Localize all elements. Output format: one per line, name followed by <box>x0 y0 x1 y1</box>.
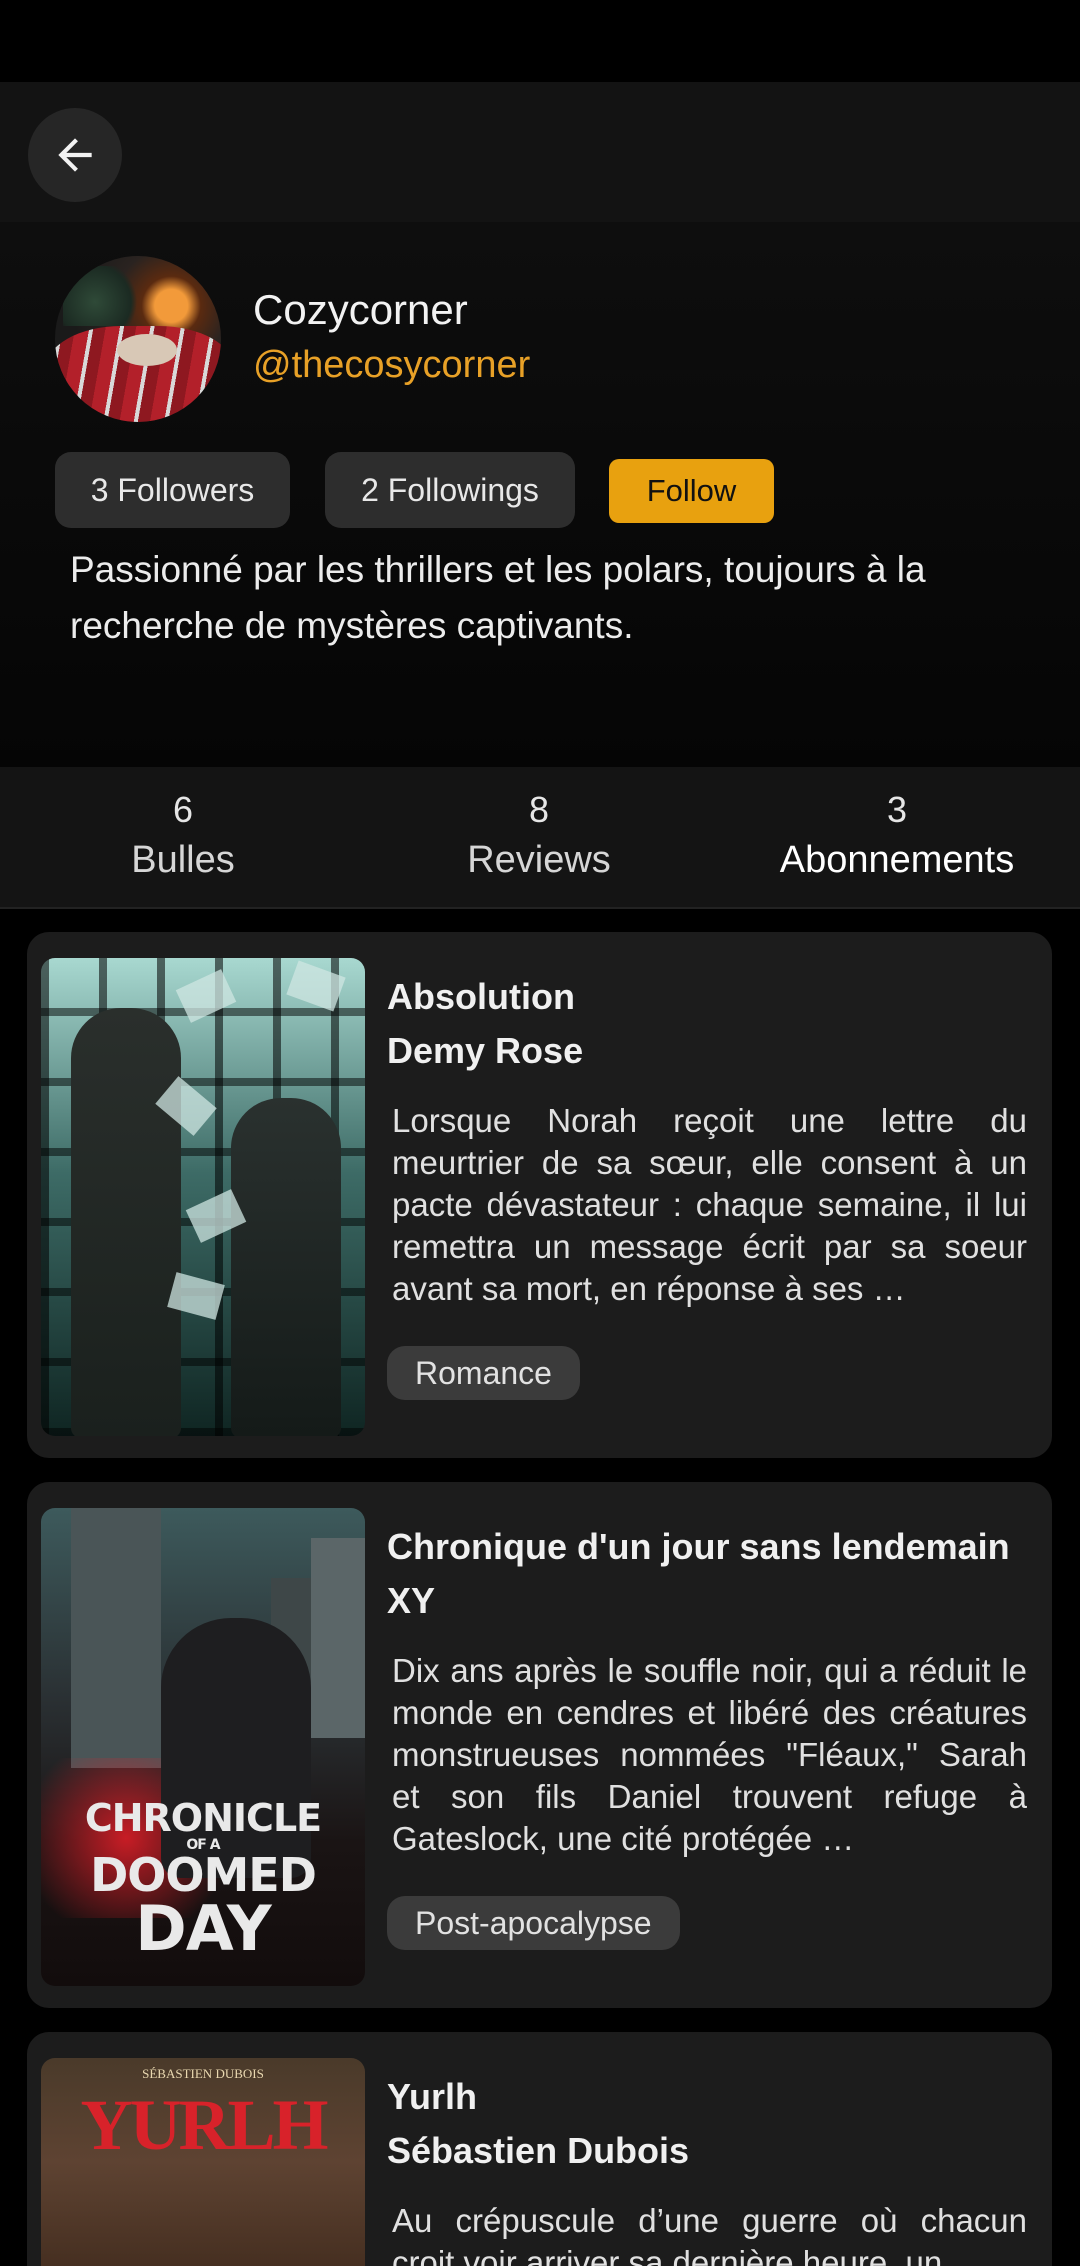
tab-bulles[interactable]: 6 Bulles <box>3 787 363 887</box>
stat-count: 3 <box>886 789 908 830</box>
book-card[interactable]: CHRONICLE OF A DOOMED DAY Chronique d'un… <box>27 1482 1052 2008</box>
status-bar <box>0 0 1080 82</box>
followers-button[interactable]: 3 Followers <box>55 452 290 528</box>
book-title: Yurlh <box>387 2076 478 2117</box>
book-author: Sébastien Dubois <box>387 2130 690 2171</box>
book-author: Demy Rose <box>387 1030 584 1071</box>
profile-bio: Passionné par les thrillers et les polar… <box>70 549 926 646</box>
follow-button[interactable]: Follow <box>609 459 774 523</box>
book-author: XY <box>387 1580 436 1621</box>
followings-button[interactable]: 2 Followings <box>325 452 575 528</box>
genre-tag[interactable]: Post-apocalypse <box>387 1896 680 1950</box>
stat-label: Reviews <box>467 839 611 881</box>
back-button[interactable] <box>28 108 122 202</box>
tab-abonnements[interactable]: 3 Abonnements <box>717 787 1077 887</box>
display-name: Cozycorner <box>253 286 468 333</box>
stat-count: 8 <box>528 789 550 830</box>
cover-title-art: CHRONICLE OF A DOOMED DAY <box>84 1796 322 1965</box>
top-app-bar <box>0 82 1080 222</box>
profile-header: Cozycorner @thecosycorner 3 Followers 2 … <box>0 222 1080 767</box>
profile-screen: Cozycorner @thecosycorner 3 Followers 2 … <box>0 0 1080 2266</box>
stat-count: 6 <box>172 789 194 830</box>
book-card[interactable]: Absolution Demy Rose Lorsque Norah reçoi… <box>27 932 1052 1458</box>
stats-tabs: 6 Bulles 8 Reviews 3 Abonnements <box>0 767 1080 909</box>
book-card[interactable]: SÉBASTIEN DUBOIS YURLH Yurlh Sébastien D… <box>27 2032 1052 2266</box>
book-title: Absolution <box>387 976 575 1017</box>
book-synopsis: Dix ans après le souffle noir, qui a réd… <box>392 1652 1027 1857</box>
book-title: Chronique d'un jour sans lendemain <box>387 1526 1010 1567</box>
book-synopsis: Lorsque Norah reçoit une lettre du meurt… <box>392 1102 1027 1307</box>
tab-reviews[interactable]: 8 Reviews <box>359 787 719 887</box>
stat-label: Abonnements <box>779 839 1015 881</box>
genre-tag[interactable]: Romance <box>387 1346 580 1400</box>
stat-label: Bulles <box>131 839 235 881</box>
avatar[interactable] <box>55 256 221 422</box>
arrow-left-icon <box>58 138 92 172</box>
user-handle: @thecosycorner <box>253 344 531 386</box>
book-cover: CHRONICLE OF A DOOMED DAY <box>41 1508 365 1986</box>
book-cover: SÉBASTIEN DUBOIS YURLH <box>41 2058 365 2266</box>
book-synopsis: Au crépuscule d’une guerre où chacun cro… <box>392 2202 1027 2266</box>
book-cover <box>41 958 365 1436</box>
